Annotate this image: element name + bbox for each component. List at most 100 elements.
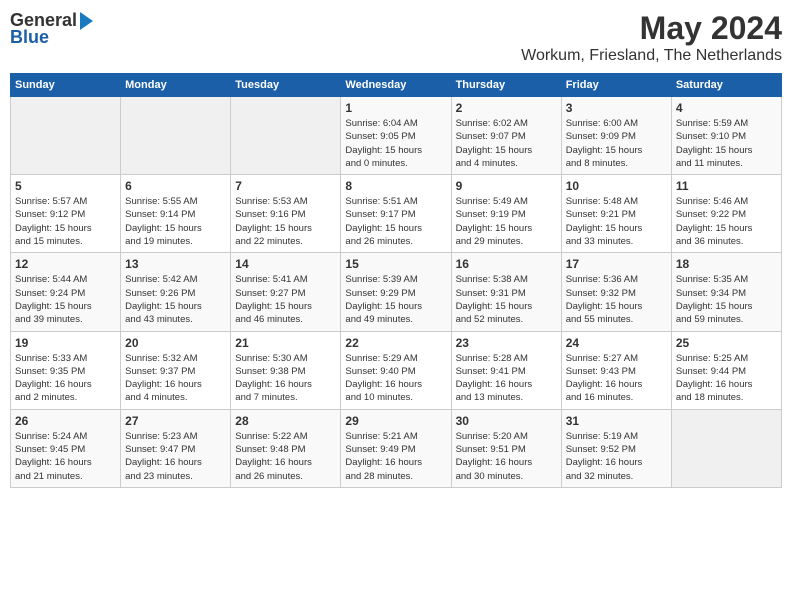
calendar-cell: 23 Sunrise: 5:28 AMSunset: 9:41 PMDayligh… — [451, 331, 561, 409]
week-row-5: 26Sunrise: 5:24 AMSunset: 9:45 PMDayligh… — [11, 409, 782, 487]
calendar-cell: 19 Sunrise: 5:33 AMSunset: 9:35 PMDayligh… — [11, 331, 121, 409]
logo: General Blue — [10, 10, 93, 48]
day-info: Sunrise: 5:30 AMSunset: 9:38 PMDaylight:… — [235, 352, 336, 405]
calendar-subtitle: Workum, Friesland, The Netherlands — [521, 47, 782, 65]
calendar-cell: 14 Sunrise: 5:41 AMSunset: 9:27 PMDayligh… — [231, 253, 341, 331]
day-number: 13 — [125, 257, 226, 271]
col-wednesday: Wednesday — [341, 74, 451, 97]
day-number: 25 — [676, 336, 777, 350]
day-info: Sunrise: 5:38 AMSunset: 9:31 PMDaylight:… — [456, 273, 557, 326]
calendar-cell: 6 Sunrise: 5:55 AMSunset: 9:14 PMDaylight… — [121, 175, 231, 253]
day-number: 5 — [15, 179, 116, 193]
day-info: Sunrise: 5:27 AMSunset: 9:43 PMDaylight:… — [566, 352, 667, 405]
calendar-cell: 26Sunrise: 5:24 AMSunset: 9:45 PMDayligh… — [11, 409, 121, 487]
calendar-cell: 8 Sunrise: 5:51 AMSunset: 9:17 PMDaylight… — [341, 175, 451, 253]
calendar-cell: 13Sunrise: 5:42 AMSunset: 9:26 PMDayligh… — [121, 253, 231, 331]
day-number: 15 — [345, 257, 446, 271]
day-info: Sunrise: 5:53 AMSunset: 9:16 PMDaylight:… — [235, 195, 336, 248]
day-info: Sunrise: 5:33 AMSunset: 9:35 PMDaylight:… — [15, 352, 116, 405]
day-number: 27 — [125, 414, 226, 428]
day-info: Sunrise: 5:48 AMSunset: 9:21 PMDaylight:… — [566, 195, 667, 248]
calendar-cell: 24Sunrise: 5:27 AMSunset: 9:43 PMDayligh… — [561, 331, 671, 409]
week-row-4: 19 Sunrise: 5:33 AMSunset: 9:35 PMDayligh… — [11, 331, 782, 409]
calendar-cell: 12 Sunrise: 5:44 AMSunset: 9:24 PMDayligh… — [11, 253, 121, 331]
day-info: Sunrise: 5:29 AMSunset: 9:40 PMDaylight:… — [345, 352, 446, 405]
calendar-title: May 2024 — [521, 10, 782, 47]
header-row: Sunday Monday Tuesday Wednesday Thursday… — [11, 74, 782, 97]
calendar-cell: 20Sunrise: 5:32 AMSunset: 9:37 PMDayligh… — [121, 331, 231, 409]
calendar-cell: 29 Sunrise: 5:21 AMSunset: 9:49 PMDayligh… — [341, 409, 451, 487]
col-saturday: Saturday — [671, 74, 781, 97]
week-row-2: 5Sunrise: 5:57 AMSunset: 9:12 PMDaylight… — [11, 175, 782, 253]
day-info: Sunrise: 6:00 AMSunset: 9:09 PMDaylight:… — [566, 117, 667, 170]
day-number: 1 — [345, 101, 446, 115]
day-number: 6 — [125, 179, 226, 193]
day-info: Sunrise: 6:02 AMSunset: 9:07 PMDaylight:… — [456, 117, 557, 170]
calendar-cell — [231, 97, 341, 175]
calendar-cell — [121, 97, 231, 175]
day-number: 22 — [345, 336, 446, 350]
day-number: 18 — [676, 257, 777, 271]
day-number: 12 — [15, 257, 116, 271]
week-row-3: 12 Sunrise: 5:44 AMSunset: 9:24 PMDayligh… — [11, 253, 782, 331]
day-number: 21 — [235, 336, 336, 350]
col-friday: Friday — [561, 74, 671, 97]
day-number: 31 — [566, 414, 667, 428]
day-number: 19 — [15, 336, 116, 350]
day-info: Sunrise: 5:51 AMSunset: 9:17 PMDaylight:… — [345, 195, 446, 248]
day-info: Sunrise: 5:19 AMSunset: 9:52 PMDaylight:… — [566, 430, 667, 483]
day-number: 29 — [345, 414, 446, 428]
col-tuesday: Tuesday — [231, 74, 341, 97]
day-info: Sunrise: 5:20 AMSunset: 9:51 PMDaylight:… — [456, 430, 557, 483]
day-number: 4 — [676, 101, 777, 115]
calendar-cell: 25 Sunrise: 5:25 AMSunset: 9:44 PMDayligh… — [671, 331, 781, 409]
calendar-cell: 30 Sunrise: 5:20 AMSunset: 9:51 PMDayligh… — [451, 409, 561, 487]
calendar-cell: 18 Sunrise: 5:35 AMSunset: 9:34 PMDayligh… — [671, 253, 781, 331]
day-info: Sunrise: 5:28 AMSunset: 9:41 PMDaylight:… — [456, 352, 557, 405]
day-info: Sunrise: 5:25 AMSunset: 9:44 PMDaylight:… — [676, 352, 777, 405]
calendar-cell — [11, 97, 121, 175]
calendar-cell: 15 Sunrise: 5:39 AMSunset: 9:29 PMDayligh… — [341, 253, 451, 331]
day-info: Sunrise: 5:59 AMSunset: 9:10 PMDaylight:… — [676, 117, 777, 170]
col-monday: Monday — [121, 74, 231, 97]
page-header: General Blue May 2024 Workum, Friesland,… — [10, 10, 782, 65]
day-info: Sunrise: 5:24 AMSunset: 9:45 PMDaylight:… — [15, 430, 116, 483]
calendar-cell: 7 Sunrise: 5:53 AMSunset: 9:16 PMDaylight… — [231, 175, 341, 253]
day-number: 23 — [456, 336, 557, 350]
day-number: 16 — [456, 257, 557, 271]
day-number: 7 — [235, 179, 336, 193]
day-info: Sunrise: 5:55 AMSunset: 9:14 PMDaylight:… — [125, 195, 226, 248]
day-info: Sunrise: 5:21 AMSunset: 9:49 PMDaylight:… — [345, 430, 446, 483]
logo-blue: Blue — [10, 27, 49, 48]
calendar-cell: 31 Sunrise: 5:19 AMSunset: 9:52 PMDayligh… — [561, 409, 671, 487]
calendar-cell: 28Sunrise: 5:22 AMSunset: 9:48 PMDayligh… — [231, 409, 341, 487]
col-sunday: Sunday — [11, 74, 121, 97]
day-number: 9 — [456, 179, 557, 193]
day-info: Sunrise: 5:35 AMSunset: 9:34 PMDaylight:… — [676, 273, 777, 326]
calendar-cell: 17 Sunrise: 5:36 AMSunset: 9:32 PMDayligh… — [561, 253, 671, 331]
day-number: 11 — [676, 179, 777, 193]
day-number: 30 — [456, 414, 557, 428]
calendar-cell: 27 Sunrise: 5:23 AMSunset: 9:47 PMDayligh… — [121, 409, 231, 487]
calendar-cell: 16 Sunrise: 5:38 AMSunset: 9:31 PMDayligh… — [451, 253, 561, 331]
day-number: 8 — [345, 179, 446, 193]
day-info: Sunrise: 5:23 AMSunset: 9:47 PMDaylight:… — [125, 430, 226, 483]
day-info: Sunrise: 6:04 AMSunset: 9:05 PMDaylight:… — [345, 117, 446, 170]
calendar-cell: 3 Sunrise: 6:00 AMSunset: 9:09 PMDaylight… — [561, 97, 671, 175]
day-number: 17 — [566, 257, 667, 271]
logo-triangle — [80, 12, 93, 30]
day-info: Sunrise: 5:46 AMSunset: 9:22 PMDaylight:… — [676, 195, 777, 248]
calendar-cell — [671, 409, 781, 487]
day-info: Sunrise: 5:41 AMSunset: 9:27 PMDaylight:… — [235, 273, 336, 326]
day-info: Sunrise: 5:39 AMSunset: 9:29 PMDaylight:… — [345, 273, 446, 326]
calendar-cell: 22 Sunrise: 5:29 AMSunset: 9:40 PMDayligh… — [341, 331, 451, 409]
calendar-cell: 4 Sunrise: 5:59 AMSunset: 9:10 PMDaylight… — [671, 97, 781, 175]
day-info: Sunrise: 5:44 AMSunset: 9:24 PMDaylight:… — [15, 273, 116, 326]
calendar-cell: 1 Sunrise: 6:04 AMSunset: 9:05 PMDaylight… — [341, 97, 451, 175]
day-info: Sunrise: 5:36 AMSunset: 9:32 PMDaylight:… — [566, 273, 667, 326]
day-number: 14 — [235, 257, 336, 271]
day-number: 28 — [235, 414, 336, 428]
day-info: Sunrise: 5:49 AMSunset: 9:19 PMDaylight:… — [456, 195, 557, 248]
calendar-cell: 10Sunrise: 5:48 AMSunset: 9:21 PMDayligh… — [561, 175, 671, 253]
day-number: 3 — [566, 101, 667, 115]
